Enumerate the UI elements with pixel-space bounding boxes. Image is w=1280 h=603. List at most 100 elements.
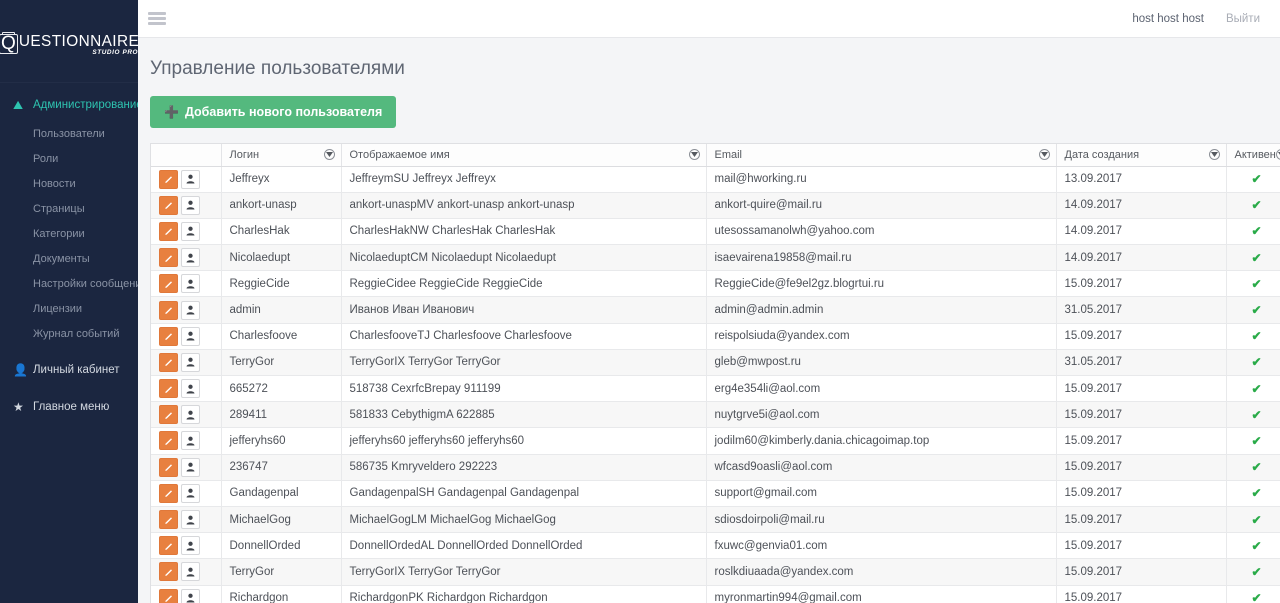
- edit-row-button[interactable]: [159, 510, 178, 529]
- table-row[interactable]: ReggieCideReggieCidee ReggieCide ReggieC…: [151, 271, 1280, 297]
- cell-display-name: ReggieCidee ReggieCide ReggieCide: [341, 271, 706, 297]
- edit-row-button[interactable]: [159, 353, 178, 372]
- edit-row-button[interactable]: [159, 379, 178, 398]
- edit-row-button[interactable]: [159, 170, 178, 189]
- cell-display-name: 586735 Kmryveldero 292223: [341, 454, 706, 480]
- row-profile-button[interactable]: [181, 405, 200, 424]
- row-actions-cell: [151, 218, 221, 244]
- edit-row-button[interactable]: [159, 405, 178, 424]
- filter-icon[interactable]: [1209, 149, 1220, 160]
- edit-row-button[interactable]: [159, 562, 178, 581]
- sidebar-item-documents[interactable]: Документы: [0, 246, 138, 271]
- logo-letter: Q: [0, 33, 18, 54]
- sidebar-subitem-label: Документы: [33, 253, 90, 265]
- table-row[interactable]: RichardgonRichardgonPK Richardgon Richar…: [151, 585, 1280, 603]
- hamburger-icon[interactable]: [148, 7, 166, 31]
- column-header-login[interactable]: Логин: [221, 144, 341, 166]
- row-profile-button[interactable]: [181, 510, 200, 529]
- table-row[interactable]: adminИванов Иван Ивановичadmin@admin.adm…: [151, 297, 1280, 323]
- row-profile-button[interactable]: [181, 431, 200, 450]
- row-profile-button[interactable]: [181, 301, 200, 320]
- table-row[interactable]: MichaelGogMichaelGogLM MichaelGog Michae…: [151, 506, 1280, 532]
- edit-row-button[interactable]: [159, 484, 178, 503]
- cell-created: 31.05.2017: [1056, 349, 1226, 375]
- sidebar-item-event-log[interactable]: Журнал событий: [0, 321, 138, 346]
- edit-row-button[interactable]: [159, 327, 178, 346]
- sidebar-subitem-label: Настройки сообщений: [33, 278, 138, 290]
- row-profile-button[interactable]: [181, 536, 200, 555]
- sidebar-subitem-label: Пользователи: [33, 128, 105, 140]
- row-profile-button[interactable]: [181, 170, 200, 189]
- edit-row-button[interactable]: [159, 431, 178, 450]
- sidebar-item-label: Администрирование: [33, 99, 138, 111]
- topbar-right: host host host Выйти: [1132, 13, 1260, 25]
- app-logo[interactable]: Q UESTIONNAIRE STUDIO PRO: [0, 0, 138, 82]
- edit-row-button[interactable]: [159, 536, 178, 555]
- table-row[interactable]: jefferyhs60jefferyhs60 jefferyhs60 jeffe…: [151, 428, 1280, 454]
- cell-email: sdiosdoirpoli@mail.ru: [706, 506, 1056, 532]
- edit-row-button[interactable]: [159, 222, 178, 241]
- cell-email: jodilm60@kimberly.dania.chicagoimap.top: [706, 428, 1056, 454]
- table-row[interactable]: JeffreyxJeffreymSU Jeffreyx Jeffreyxmail…: [151, 166, 1280, 192]
- table-row[interactable]: GandagenpalGandagenpalSH Gandagenpal Gan…: [151, 480, 1280, 506]
- column-header-display-name[interactable]: Отображаемое имя: [341, 144, 706, 166]
- edit-row-button[interactable]: [159, 196, 178, 215]
- sidebar-item-news[interactable]: Новости: [0, 171, 138, 196]
- edit-row-button[interactable]: [159, 248, 178, 267]
- table-row[interactable]: 665272518738 CexrfcBrepay 911199erg4e354…: [151, 376, 1280, 402]
- sidebar-item-message-settings[interactable]: Настройки сообщений: [0, 271, 138, 296]
- row-profile-button[interactable]: [181, 248, 200, 267]
- filter-icon[interactable]: [689, 149, 700, 160]
- filter-icon[interactable]: [324, 149, 335, 160]
- column-header-created-date[interactable]: Дата создания: [1056, 144, 1226, 166]
- row-profile-button[interactable]: [181, 353, 200, 372]
- table-row[interactable]: CharlesfooveCharlesfooveTJ Charlesfoove …: [151, 323, 1280, 349]
- edit-row-button[interactable]: [159, 301, 178, 320]
- cell-display-name: TerryGorIX TerryGor TerryGor: [341, 349, 706, 375]
- cell-login: TerryGor: [221, 349, 341, 375]
- row-profile-button[interactable]: [181, 458, 200, 477]
- table-row[interactable]: NicolaeduptNicolaeduptCM Nicolaedupt Nic…: [151, 245, 1280, 271]
- sidebar-item-administration[interactable]: ⛰ Администрирование: [0, 89, 138, 121]
- row-profile-button[interactable]: [181, 274, 200, 293]
- cell-display-name: MichaelGogLM MichaelGog MichaelGog: [341, 506, 706, 532]
- logo-title: UESTIONNAIRE: [19, 33, 138, 50]
- cell-created: 14.09.2017: [1056, 192, 1226, 218]
- sidebar-item-pages[interactable]: Страницы: [0, 196, 138, 221]
- check-icon: ✔: [1251, 303, 1261, 317]
- filter-icon[interactable]: [1276, 149, 1280, 160]
- column-header-email[interactable]: Email: [706, 144, 1056, 166]
- add-user-button[interactable]: ➕ Добавить нового пользователя: [150, 96, 396, 128]
- check-icon: ✔: [1251, 172, 1261, 186]
- edit-row-button[interactable]: [159, 458, 178, 477]
- row-profile-button[interactable]: [181, 379, 200, 398]
- table-row[interactable]: ankort-unaspankort-unaspMV ankort-unasp …: [151, 192, 1280, 218]
- table-row[interactable]: TerryGorTerryGorIX TerryGor TerryGorgleb…: [151, 349, 1280, 375]
- sidebar-item-personal-account[interactable]: 👤 Личный кабинет: [0, 354, 138, 386]
- logout-link[interactable]: Выйти: [1226, 13, 1260, 25]
- current-user-name[interactable]: host host host: [1132, 13, 1204, 25]
- row-profile-button[interactable]: [181, 589, 200, 603]
- table-body: JeffreyxJeffreymSU Jeffreyx Jeffreyxmail…: [151, 166, 1280, 603]
- cell-email: fxuwc@genvia01.com: [706, 533, 1056, 559]
- sidebar-item-categories[interactable]: Категории: [0, 221, 138, 246]
- row-profile-button[interactable]: [181, 562, 200, 581]
- sidebar-item-users[interactable]: Пользователи: [0, 121, 138, 146]
- row-profile-button[interactable]: [181, 196, 200, 215]
- table-row[interactable]: TerryGorTerryGorIX TerryGor TerryGorrosl…: [151, 559, 1280, 585]
- edit-row-button[interactable]: [159, 589, 178, 603]
- column-header-active[interactable]: Активен: [1226, 144, 1280, 166]
- table-row[interactable]: 236747586735 Kmryveldero 292223wfcasd9oa…: [151, 454, 1280, 480]
- row-profile-button[interactable]: [181, 222, 200, 241]
- table-row[interactable]: 289411581833 CebythigmA 622885nuytgrve5i…: [151, 402, 1280, 428]
- edit-row-button[interactable]: [159, 274, 178, 293]
- row-profile-button[interactable]: [181, 327, 200, 346]
- row-profile-button[interactable]: [181, 484, 200, 503]
- filter-icon[interactable]: [1039, 149, 1050, 160]
- sidebar-item-roles[interactable]: Роли: [0, 146, 138, 171]
- table-row[interactable]: DonnellOrdedDonnellOrdedAL DonnellOrded …: [151, 533, 1280, 559]
- table-row[interactable]: CharlesHakCharlesHakNW CharlesHak Charle…: [151, 218, 1280, 244]
- sidebar-item-licenses[interactable]: Лицензии: [0, 296, 138, 321]
- check-icon: ✔: [1251, 539, 1261, 553]
- sidebar-item-main-menu[interactable]: ★ Главное меню: [0, 391, 138, 423]
